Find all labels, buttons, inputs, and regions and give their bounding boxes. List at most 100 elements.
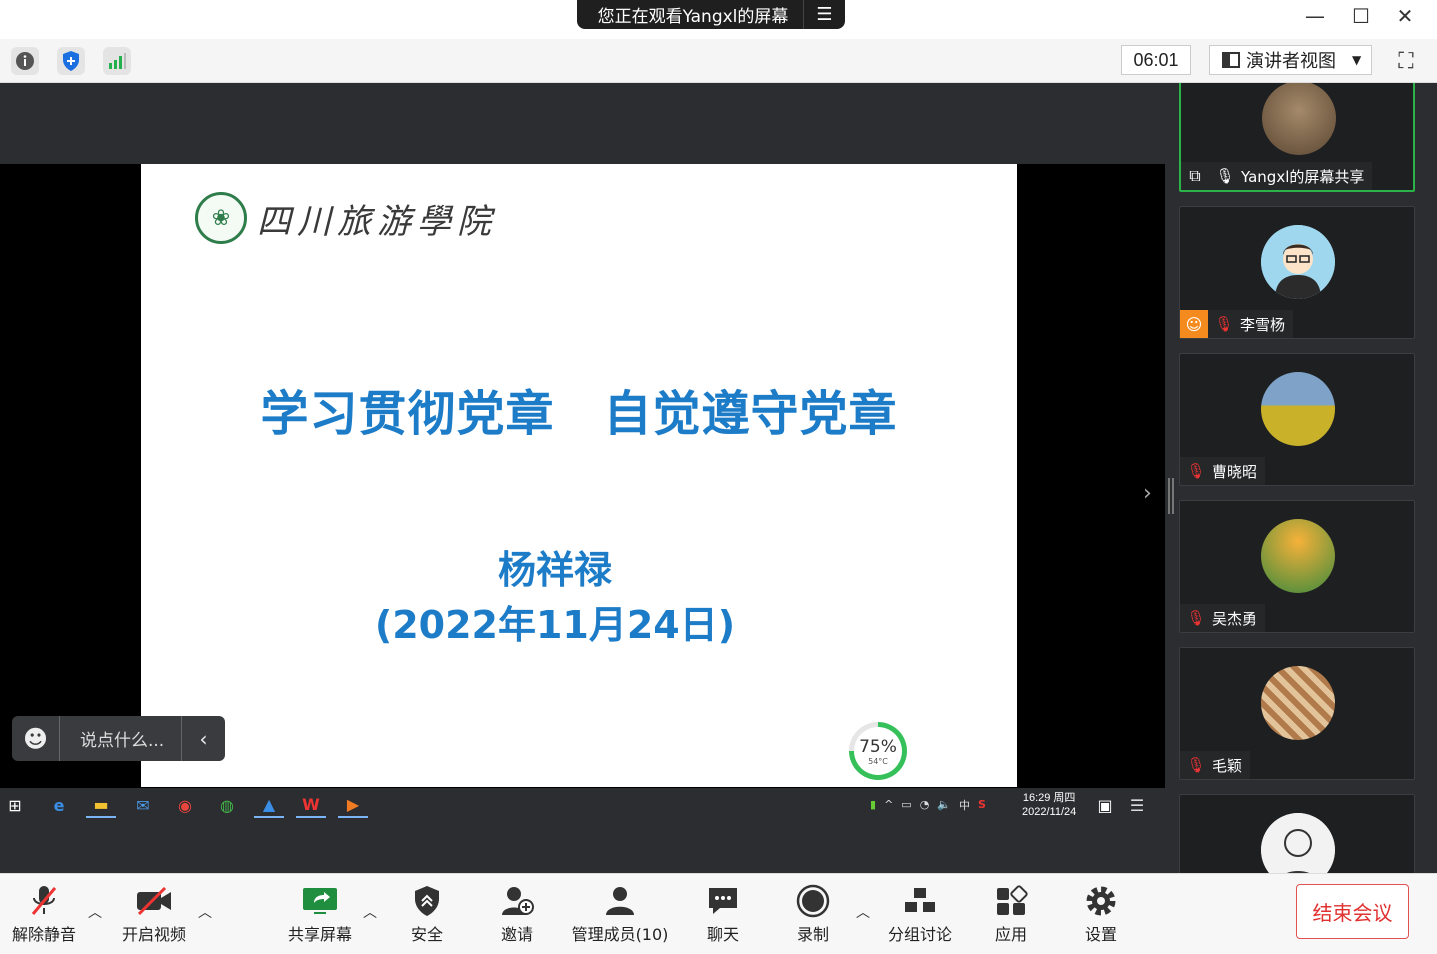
chevron-down-icon: ▼ [1352, 53, 1362, 67]
participant-nametag: 🎙 毛颖 [1180, 751, 1251, 779]
participant-tile[interactable]: 🎙 曹晓昭 [1179, 353, 1415, 486]
info-icon[interactable] [11, 47, 39, 75]
action-center-icon: ☰ [1129, 795, 1145, 815]
breakout-rooms-button[interactable]: 分组讨论 [884, 882, 956, 946]
avatar [1262, 83, 1336, 155]
participant-tile[interactable]: 🎙 毛颖 [1179, 647, 1415, 780]
minimize-icon[interactable]: — [1300, 4, 1330, 28]
share-screen-button[interactable]: 共享屏幕 [286, 882, 354, 946]
chevron-up-icon[interactable]: ︿ [856, 902, 870, 922]
emoji-icon[interactable]: ☻ [12, 716, 60, 761]
slide-date: (2022年11月24日) [374, 603, 736, 647]
record-button[interactable]: 录制 [788, 882, 838, 946]
notification-icon: ▣ [1097, 795, 1113, 815]
security-button[interactable]: 安全 [402, 882, 452, 946]
participant-nametag: ☺ 🎙 李雪杨 [1180, 310, 1294, 338]
microphone-muted-icon: 🎙 [1214, 315, 1234, 333]
breakout-rooms-icon [903, 882, 937, 920]
share-screen-icon [302, 882, 338, 920]
camera-off-icon [135, 882, 173, 920]
school-emblem-icon: ❀ [195, 192, 247, 244]
participant-name: 毛颖 [1212, 756, 1243, 775]
fullscreen-icon[interactable]: ⛶ [1392, 47, 1420, 75]
avatar [1261, 372, 1335, 446]
chevron-up-icon[interactable]: ︿ [198, 902, 212, 922]
view-mode-dropdown[interactable]: 演讲者视图 ▼ [1209, 45, 1372, 75]
avatar [1261, 519, 1335, 593]
taskbar-clock: 16:29 周四 2022/11/24 [1022, 791, 1076, 819]
chevron-up-icon[interactable]: ︿ [363, 902, 377, 922]
share-banner-text: 您正在观看Yangxl的屏幕 [597, 7, 789, 27]
splitter-handle[interactable] [1168, 478, 1174, 514]
windows-start-icon: ⊞ [8, 795, 22, 815]
end-meeting-button[interactable]: 结束会议 [1296, 884, 1409, 939]
participants-icon [602, 882, 638, 920]
participant-nametag: ⧉ 🎙 Yangxl的屏幕共享 [1181, 162, 1373, 190]
participant-tile[interactable]: ⧉ 🎙 Yangxl的屏幕共享 [1179, 83, 1415, 192]
chat-input-box[interactable]: ☻ 说点什么... ‹ [12, 716, 225, 761]
shield-icon[interactable] [57, 47, 85, 75]
microphone-muted-icon [29, 882, 59, 920]
chevron-right-icon[interactable]: › [1143, 481, 1152, 506]
chat-button[interactable]: 聊天 [698, 882, 748, 946]
participant-nametag: 🎙 曹晓昭 [1180, 457, 1266, 485]
signal-icon[interactable] [103, 47, 131, 75]
manage-participants-button[interactable]: 管理成员(10) [570, 882, 670, 946]
apps-button[interactable]: 应用 [986, 882, 1036, 946]
participant-name: 吴杰勇 [1212, 609, 1258, 628]
participant-name: 曹晓昭 [1212, 462, 1258, 481]
apps-icon [994, 882, 1028, 920]
school-name: 四川旅游學院 [257, 201, 497, 242]
power-icon: ▭ [901, 798, 912, 811]
chat-placeholder[interactable]: 说点什么... [60, 726, 181, 751]
start-video-button[interactable]: 开启视频 [118, 882, 190, 946]
settings-button[interactable]: 设置 [1076, 882, 1126, 946]
wifi-icon: ◔ [919, 798, 930, 811]
meeting-app-icon: ▲ [254, 792, 284, 818]
share-banner[interactable]: 您正在观看Yangxl的屏幕 ☰ [577, 0, 845, 29]
invite-button[interactable]: 邀请 [492, 882, 542, 946]
record-label: 录制 [796, 925, 829, 944]
presentation-slide: ❀ 四川旅游學院 学习贯彻党章 自觉遵守党章 杨祥禄 (2022年11月24日)… [141, 164, 1017, 787]
file-explorer-icon: ▬ [86, 792, 116, 818]
school-logo: ❀ 四川旅游學院 [195, 192, 497, 244]
collapse-chat-icon[interactable]: ‹ [181, 716, 225, 761]
ime-indicator: 中 [959, 798, 970, 812]
manage-participants-label: 管理成员(10) [571, 925, 669, 944]
participant-name: Yangxl的屏幕共享 [1241, 167, 1365, 186]
shared-screen-area: ❀ 四川旅游學院 学习贯彻党章 自觉遵守党章 杨祥禄 (2022年11月24日)… [0, 83, 1165, 873]
slideshow-icon: ▶ [338, 792, 368, 818]
chrome-icon: ◉ [178, 795, 192, 815]
panel-splitter[interactable] [1165, 83, 1177, 873]
participant-tile[interactable] [1179, 794, 1415, 873]
remote-taskbar: ⊞ e ▬ ✉ ◉ ◍ ▲ W ▶ ▮ ^ ▭ ◔ 🔈 中 S 16:29 周四… [0, 788, 1162, 821]
title-bar: 您正在观看Yangxl的屏幕 ☰ — ☐ ✕ [0, 0, 1437, 39]
invite-label: 邀请 [500, 925, 533, 944]
slide-title: 学习贯彻党章 自觉遵守党章 [260, 386, 898, 442]
apps-label: 应用 [994, 925, 1027, 944]
screen-share-icon: ⧉ [1189, 166, 1201, 185]
settings-label: 设置 [1084, 925, 1117, 944]
layout-icon [1222, 52, 1240, 68]
microphone-icon: 🎙 [1215, 167, 1235, 185]
menu-icon[interactable]: ☰ [803, 0, 845, 29]
unmute-button[interactable]: 解除静音 [10, 882, 78, 946]
chevron-up-icon: ^ [884, 798, 894, 811]
close-icon[interactable]: ✕ [1390, 4, 1420, 28]
meeting-controls: 解除静音 ︿ 开启视频 ︿ 共享屏幕 ︿ 安全 邀请 管理成员(10) 聊天 录… [0, 873, 1437, 954]
avatar [1261, 666, 1335, 740]
microphone-muted-icon: 🎙 [1186, 462, 1206, 480]
chevron-up-icon[interactable]: ︿ [88, 902, 102, 922]
slide-author: 杨祥禄 [497, 548, 612, 592]
participant-gallery: ⧉ 🎙 Yangxl的屏幕共享 ☺ 🎙 李雪杨 🎙 曹晓昭 🎙 吴杰勇 🎙 毛颖 [1177, 83, 1437, 873]
participant-tile[interactable]: ☺ 🎙 李雪杨 [1179, 206, 1415, 339]
maximize-icon[interactable]: ☐ [1346, 4, 1376, 28]
meeting-timer: 06:01 [1121, 45, 1191, 75]
avatar [1261, 225, 1335, 299]
cpu-gauge: 75% 54°C [849, 722, 907, 780]
participant-tile[interactable]: 🎙 吴杰勇 [1179, 500, 1415, 633]
chat-icon [706, 882, 740, 920]
view-mode-label: 演讲者视图 [1246, 51, 1336, 72]
security-label: 安全 [410, 925, 443, 944]
battery-icon: ▮ [870, 798, 877, 811]
